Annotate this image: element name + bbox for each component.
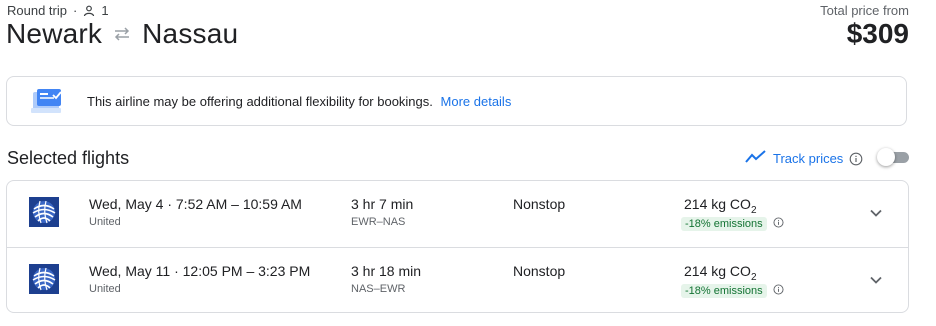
trend-line-icon <box>745 150 767 167</box>
airline-name: United <box>89 283 121 295</box>
separator: · <box>167 196 172 212</box>
airport-codes: NAS–EWR <box>351 283 406 295</box>
passenger-count: 1 <box>101 3 109 18</box>
flight-duration: 3 hr 18 min <box>351 263 422 279</box>
banner-message: This airline may be offering additional … <box>87 94 511 109</box>
airport-codes: EWR–NAS <box>351 216 406 228</box>
united-globe-logo <box>29 197 59 227</box>
flexibility-banner: This airline may be offering additional … <box>6 76 907 126</box>
flight-times: 12:05 PM – 3:23 PM <box>182 263 311 279</box>
chevron-down-icon[interactable] <box>867 204 885 222</box>
co2-amount: 214 kg CO2 <box>684 196 757 216</box>
emissions-badge: -18% emissions <box>681 284 767 298</box>
track-prices[interactable]: Track prices <box>745 150 863 167</box>
flight-duration: 3 hr 7 min <box>351 196 414 212</box>
united-globe-logo <box>29 264 59 294</box>
flight-date: Wed, May 11 <box>89 263 171 279</box>
airline-name: United <box>89 216 121 228</box>
trip-summary: Round trip · 1 <box>7 3 109 18</box>
more-details-link[interactable]: More details <box>441 94 512 109</box>
flight-date-time: Wed, May 4 · 7:52 AM – 10:59 AM <box>89 196 302 212</box>
flight-row-return[interactable]: Wed, May 11 · 12:05 PM – 3:23 PM United … <box>7 247 908 312</box>
track-prices-toggle[interactable] <box>877 148 909 166</box>
co2-value: 214 kg CO <box>684 196 751 212</box>
separator: · <box>72 3 78 18</box>
separator: · <box>174 263 179 279</box>
price-label: Total price from <box>820 3 909 18</box>
info-icon[interactable] <box>773 215 784 233</box>
flight-stops: Nonstop <box>513 196 566 212</box>
info-icon[interactable] <box>773 282 784 300</box>
emissions-info: -18% emissions <box>681 282 784 300</box>
selected-flights-list: Wed, May 4 · 7:52 AM – 10:59 AM United 3… <box>6 180 909 313</box>
destination-city: Nassau <box>142 18 239 49</box>
flight-stops: Nonstop <box>513 263 566 279</box>
track-prices-label[interactable]: Track prices <box>773 151 843 166</box>
trip-type: Round trip <box>7 3 67 18</box>
flight-row-outbound[interactable]: Wed, May 4 · 7:52 AM – 10:59 AM United 3… <box>7 181 908 247</box>
flight-date-time: Wed, May 11 · 12:05 PM – 3:23 PM <box>89 263 310 279</box>
flight-date: Wed, May 4 <box>89 196 164 212</box>
flexibility-illustration-icon <box>29 86 67 116</box>
swap-arrows-icon <box>112 26 132 42</box>
flight-times: 7:52 AM – 10:59 AM <box>175 196 302 212</box>
route-title: Newark Nassau <box>6 18 238 50</box>
origin-city: Newark <box>6 18 103 49</box>
co2-amount: 214 kg CO2 <box>684 263 757 283</box>
toggle-knob <box>877 148 895 166</box>
chevron-down-icon[interactable] <box>867 271 885 289</box>
banner-text: This airline may be offering additional … <box>87 93 433 109</box>
co2-value: 214 kg CO <box>684 263 751 279</box>
selected-flights-heading: Selected flights <box>7 148 130 168</box>
person-icon <box>83 5 95 17</box>
emissions-info: -18% emissions <box>681 215 784 233</box>
total-price: $309 <box>846 18 909 49</box>
info-icon[interactable] <box>849 152 863 166</box>
emissions-badge: -18% emissions <box>681 217 767 231</box>
